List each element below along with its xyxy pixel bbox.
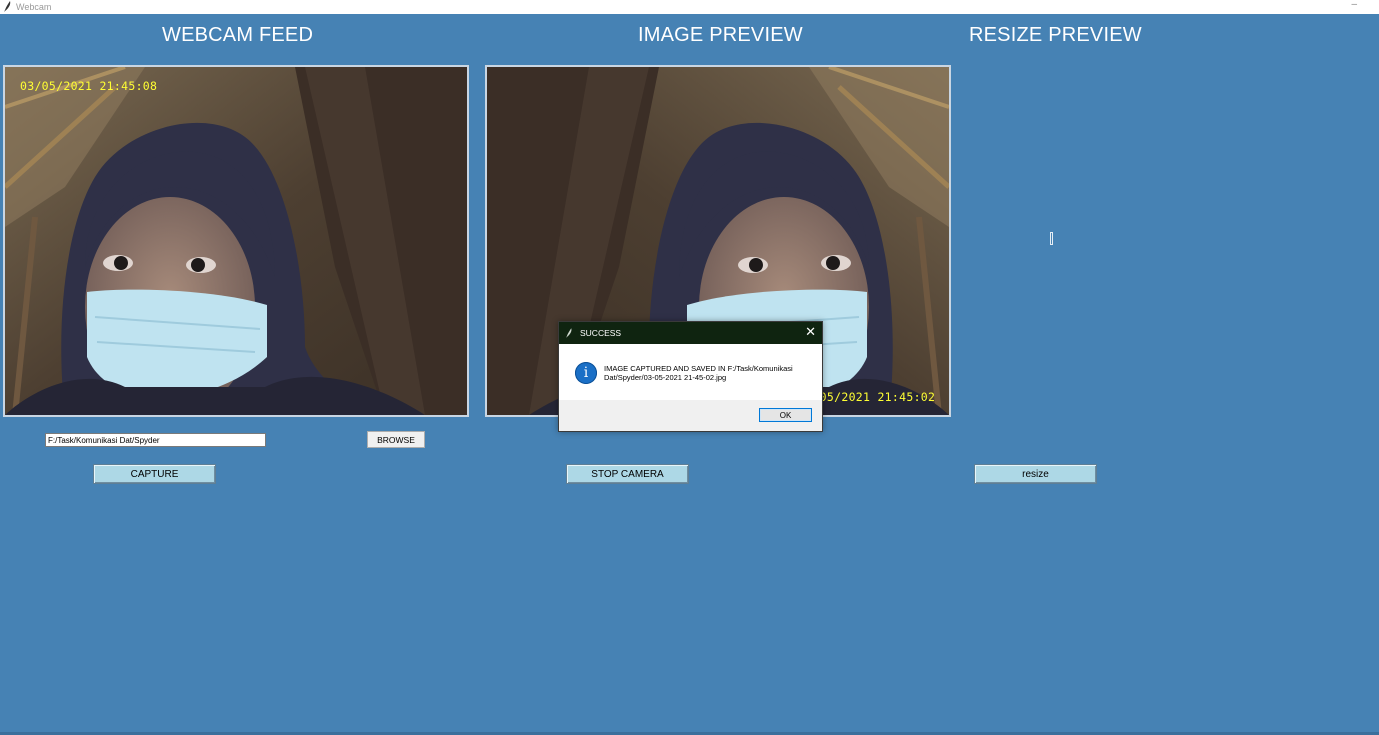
dialog-close-icon[interactable]: ✕ [805,325,816,339]
dialog-title: SUCCESS [580,328,622,338]
dialog-message: IMAGE CAPTURED AND SAVED IN F:/Task/Komu… [604,364,793,382]
ok-button[interactable]: OK [759,408,812,422]
feather-icon [566,328,572,338]
image-preview-heading: IMAGE PREVIEW [638,24,803,46]
webcam-feed-frame: 03/05/2021 21:45:08 [3,65,469,417]
save-path-input[interactable] [45,433,266,447]
dialog-titlebar: SUCCESS ✕ [559,322,822,344]
browse-button[interactable]: BROWSE [367,431,425,448]
text-cursor-icon [1050,232,1053,245]
webcam-timestamp: 03/05/2021 21:45:08 [20,79,158,93]
window-title: Webcam [16,2,52,12]
window-titlebar: Webcam – [0,0,1379,14]
resize-button[interactable]: resize [974,464,1097,484]
capture-button[interactable]: CAPTURE [93,464,216,484]
minimize-button[interactable]: – [1351,0,1357,12]
webcam-feed-heading: WEBCAM FEED [162,24,314,46]
resize-preview-heading: RESIZE PREVIEW [969,24,1142,46]
dialog-footer: OK [559,400,822,431]
info-icon: i [575,362,597,384]
webcam-feed-image [5,67,467,415]
feather-icon [4,1,11,12]
stop-camera-button[interactable]: STOP CAMERA [566,464,689,484]
success-dialog: SUCCESS ✕ i IMAGE CAPTURED AND SAVED IN … [558,321,823,432]
